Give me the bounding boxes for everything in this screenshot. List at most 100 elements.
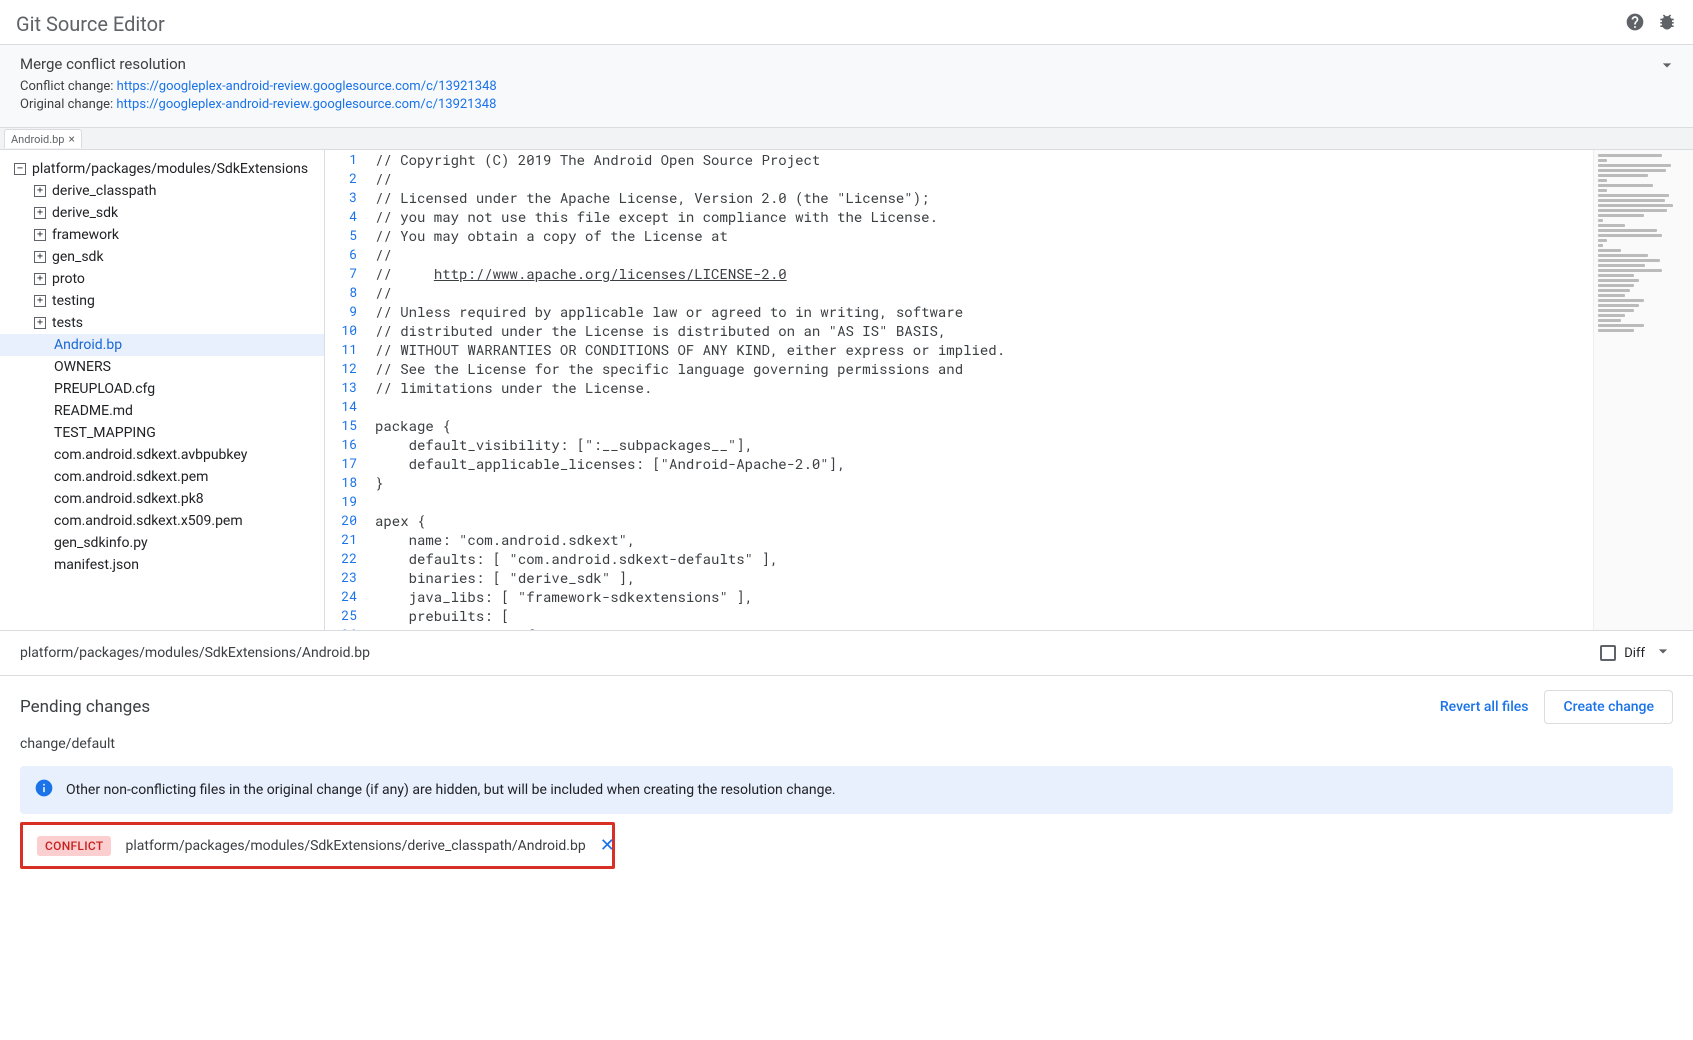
conflict-change-link[interactable]: https://googleplex-android-review.google…	[117, 79, 497, 94]
tree-file[interactable]: OWNERS	[0, 356, 324, 378]
code-line[interactable]: 25 prebuilts: [	[325, 606, 1593, 625]
tree-file[interactable]: Android.bp	[0, 334, 324, 356]
tree-file[interactable]: manifest.json	[0, 554, 324, 576]
line-number: 24	[325, 587, 375, 606]
expand-icon[interactable]: +	[34, 317, 46, 329]
tree-folder[interactable]: +gen_sdk	[0, 246, 324, 268]
code-line[interactable]: 11// WITHOUT WARRANTIES OR CONDITIONS OF…	[325, 340, 1593, 359]
info-banner: Other non-conflicting files in the origi…	[20, 766, 1673, 814]
tree-file-label: OWNERS	[54, 359, 111, 375]
editor-tab[interactable]: Android.bp ×	[4, 129, 82, 148]
tree-file-label: README.md	[54, 403, 133, 419]
line-number: 6	[325, 245, 375, 264]
line-number: 22	[325, 549, 375, 568]
line-text: binaries: [ "derive_sdk" ],	[375, 568, 1593, 587]
tab-close-icon[interactable]: ×	[68, 132, 74, 146]
line-number: 20	[325, 511, 375, 530]
revert-all-button[interactable]: Revert all files	[1440, 699, 1529, 715]
expand-icon[interactable]: +	[34, 207, 46, 219]
line-number: 5	[325, 226, 375, 245]
line-number: 13	[325, 378, 375, 397]
expand-icon[interactable]: +	[34, 251, 46, 263]
tree-file[interactable]: README.md	[0, 400, 324, 422]
original-change-label: Original change:	[20, 97, 116, 112]
code-line[interactable]: 4// you may not use this file except in …	[325, 207, 1593, 226]
tree-file[interactable]: TEST_MAPPING	[0, 422, 324, 444]
line-text: "cur_sdkinfo"	[375, 625, 1593, 630]
original-change-link[interactable]: https://googleplex-android-review.google…	[116, 97, 496, 112]
tree-root-label: platform/packages/modules/SdkExtensions	[32, 161, 308, 177]
line-text: // Copyright (C) 2019 The Android Open S…	[375, 150, 1593, 169]
close-icon[interactable]: ✕	[600, 835, 615, 856]
code-line[interactable]: 8//	[325, 283, 1593, 302]
line-text: default_applicable_licenses: ["Android-A…	[375, 454, 1593, 473]
line-number: 16	[325, 435, 375, 454]
code-line[interactable]: 20apex {	[325, 511, 1593, 530]
line-text: name: "com.android.sdkext",	[375, 530, 1593, 549]
tree-file[interactable]: gen_sdkinfo.py	[0, 532, 324, 554]
tree-file-label: TEST_MAPPING	[54, 425, 156, 441]
diff-checkbox[interactable]	[1600, 645, 1616, 661]
code-line[interactable]: 12// See the License for the specific la…	[325, 359, 1593, 378]
code-line[interactable]: 16 default_visibility: [":__subpackages_…	[325, 435, 1593, 454]
code-line[interactable]: 1// Copyright (C) 2019 The Android Open …	[325, 150, 1593, 169]
expand-icon[interactable]: +	[34, 185, 46, 197]
tree-file[interactable]: com.android.sdkext.pk8	[0, 488, 324, 510]
line-number: 12	[325, 359, 375, 378]
bug-icon[interactable]	[1657, 12, 1677, 36]
line-text: // Unless required by applicable law or …	[375, 302, 1593, 321]
code-line[interactable]: 26 "cur_sdkinfo"	[325, 625, 1593, 630]
line-text: // http://www.apache.org/licenses/LICENS…	[375, 264, 1593, 283]
help-icon[interactable]	[1625, 12, 1645, 36]
tree-file-label: Android.bp	[54, 337, 122, 353]
code-line[interactable]: 13// limitations under the License.	[325, 378, 1593, 397]
tree-root[interactable]: − platform/packages/modules/SdkExtension…	[0, 158, 324, 180]
dropdown-icon[interactable]	[1653, 641, 1673, 665]
tree-file[interactable]: PREUPLOAD.cfg	[0, 378, 324, 400]
line-number: 11	[325, 340, 375, 359]
code-line[interactable]: 14	[325, 397, 1593, 416]
create-change-button[interactable]: Create change	[1544, 690, 1673, 724]
code-line[interactable]: 7// http://www.apache.org/licenses/LICEN…	[325, 264, 1593, 283]
code-line[interactable]: 19	[325, 492, 1593, 511]
code-line[interactable]: 6//	[325, 245, 1593, 264]
expand-toggle[interactable]	[1657, 55, 1677, 79]
code-line[interactable]: 17 default_applicable_licenses: ["Androi…	[325, 454, 1593, 473]
tree-file[interactable]: com.android.sdkext.x509.pem	[0, 510, 324, 532]
code-line[interactable]: 2//	[325, 169, 1593, 188]
code-line[interactable]: 3// Licensed under the Apache License, V…	[325, 188, 1593, 207]
code-line[interactable]: 5// You may obtain a copy of the License…	[325, 226, 1593, 245]
code-line[interactable]: 21 name: "com.android.sdkext",	[325, 530, 1593, 549]
collapse-icon[interactable]: −	[14, 163, 26, 175]
tree-file[interactable]: com.android.sdkext.pem	[0, 466, 324, 488]
line-text: java_libs: [ "framework-sdkextensions" ]…	[375, 587, 1593, 606]
code-line[interactable]: 24 java_libs: [ "framework-sdkextensions…	[325, 587, 1593, 606]
code-line[interactable]: 9// Unless required by applicable law or…	[325, 302, 1593, 321]
line-number: 8	[325, 283, 375, 302]
code-line[interactable]: 10// distributed under the License is di…	[325, 321, 1593, 340]
code-line[interactable]: 18}	[325, 473, 1593, 492]
line-text: prebuilts: [	[375, 606, 1593, 625]
expand-icon[interactable]: +	[34, 295, 46, 307]
file-tree[interactable]: − platform/packages/modules/SdkExtension…	[0, 150, 325, 630]
tree-folder[interactable]: +derive_classpath	[0, 180, 324, 202]
tree-folder[interactable]: +derive_sdk	[0, 202, 324, 224]
pending-title: Pending changes	[20, 697, 150, 717]
change-name: change/default	[20, 736, 1673, 752]
app-header: Git Source Editor	[0, 0, 1693, 44]
expand-icon[interactable]: +	[34, 273, 46, 285]
conflict-file-row[interactable]: CONFLICT platform/packages/modules/SdkEx…	[20, 822, 615, 869]
tree-folder[interactable]: +tests	[0, 312, 324, 334]
tree-folder[interactable]: +testing	[0, 290, 324, 312]
tree-file[interactable]: com.android.sdkext.avbpubkey	[0, 444, 324, 466]
code-line[interactable]: 15package {	[325, 416, 1593, 435]
code-line[interactable]: 23 binaries: [ "derive_sdk" ],	[325, 568, 1593, 587]
code-line[interactable]: 22 defaults: [ "com.android.sdkext-defau…	[325, 549, 1593, 568]
minimap[interactable]	[1593, 150, 1693, 630]
expand-icon[interactable]: +	[34, 229, 46, 241]
code-editor[interactable]: 1// Copyright (C) 2019 The Android Open …	[325, 150, 1693, 630]
line-number: 2	[325, 169, 375, 188]
conflict-badge: CONFLICT	[37, 836, 111, 856]
tree-folder[interactable]: +framework	[0, 224, 324, 246]
tree-folder[interactable]: +proto	[0, 268, 324, 290]
